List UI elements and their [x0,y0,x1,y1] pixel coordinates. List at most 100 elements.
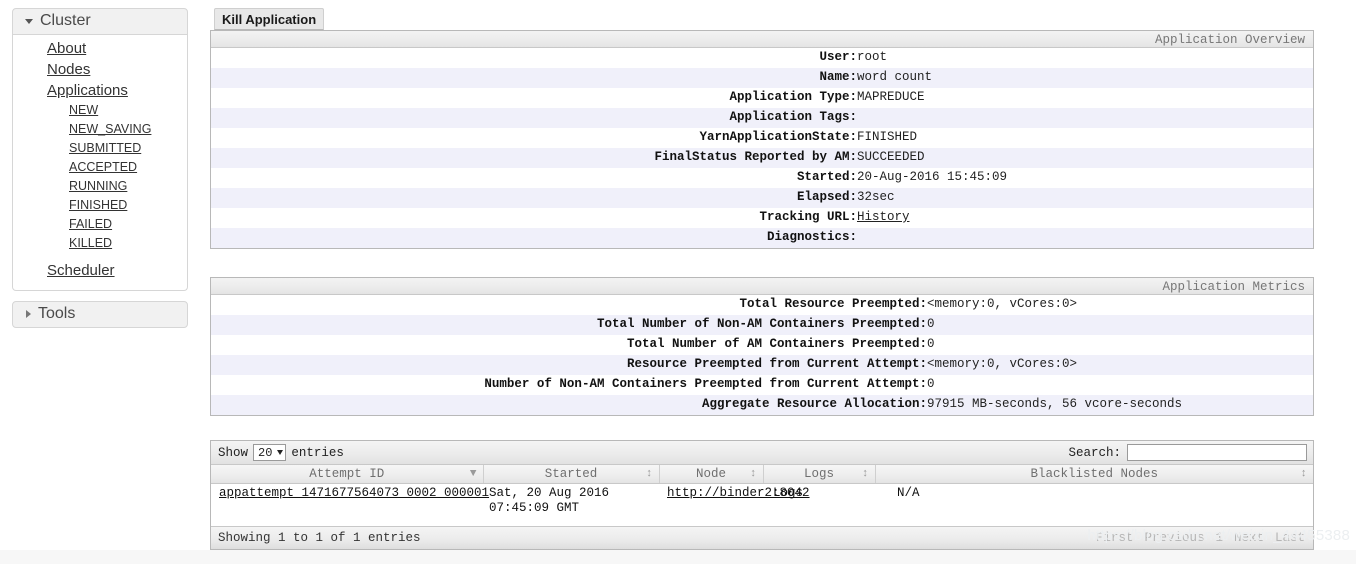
column-header-started[interactable]: Started ↕ [483,465,660,484]
chevron-right-icon [26,310,31,318]
attempt-id-link[interactable]: appattempt_1471677564073_0002_000001 [219,486,489,500]
table-row-spacer [211,518,1313,526]
sidebar-section-tools-label: Tools [38,305,76,322]
logs-link[interactable]: Logs [773,486,803,500]
table-row: Aggregate Resource Allocation: 97915 MB-s… [211,395,1313,415]
table-row: Diagnostics: [211,228,1313,248]
kill-application-button[interactable]: Kill Application [214,8,325,30]
sidebar: Cluster About Nodes Applications NEW NEW… [12,8,188,328]
table-row: appattempt_1471677564073_0002_000001 Sat… [211,483,1313,519]
sort-both-icon: ↕ [749,467,757,480]
overview-value: 20-Aug-2016 15:45:09 [857,170,1008,184]
table-row: Total Number of AM Containers Preempted:… [211,335,1313,355]
sort-both-icon: ↕ [861,467,869,480]
sidebar-item-killed[interactable]: KILLED [13,237,187,250]
column-label: Blacklisted Nodes [1030,466,1159,481]
metrics-value: <memory:0, vCores:0> [927,357,1078,371]
search-input[interactable] [1127,444,1307,461]
table-row: Name: word count [211,68,1313,88]
sidebar-section-cluster-header[interactable]: Cluster [12,8,188,35]
overview-value: MAPREDUCE [857,90,925,104]
overview-value: root [857,50,888,64]
overview-key: YarnApplicationState: [699,130,857,144]
metrics-key: Total Resource Preempted: [739,297,927,311]
table-row: Application Type: MAPREDUCE [211,88,1313,108]
chevron-down-icon [25,18,33,24]
sort-desc-icon: ▼ [469,467,477,480]
overview-value: word count [857,70,933,84]
page-length-control: Show 20 entries [218,444,344,461]
table-row: Number of Non-AM Containers Preempted fr… [211,375,1313,395]
sidebar-item-accepted[interactable]: ACCEPTED [13,161,187,174]
overview-key: Diagnostics: [766,230,857,244]
application-overview-panel: Application Overview User: root Name: word… [210,30,1314,249]
page-bottom-bar [0,550,1356,564]
sort-both-icon: ↕ [1300,467,1307,480]
main-content: Kill Application Application Overview Us… [208,0,1336,550]
table-row: Elapsed: 32sec [211,188,1313,208]
datatable-info: Showing 1 to 1 of 1 entries [218,530,421,545]
column-label: Started [544,466,598,481]
sidebar-section-tools-header[interactable]: Tools [12,301,188,328]
metrics-key: Total Number of Non-AM Containers Preemp… [596,317,927,331]
cell-node: http://binder2:8042 [659,483,810,519]
cell-attempt-id: appattempt_1471677564073_0002_000001 [211,483,489,519]
column-header-node[interactable]: Node ↕ [659,465,764,484]
table-row: User: root [211,48,1313,68]
metrics-key: Total Number of AM Containers Preempted: [626,337,927,351]
sidebar-item-finished[interactable]: FINISHED [13,199,187,212]
table-row: Started: 20-Aug-2016 15:45:09 [211,168,1313,188]
datatable-controls: Show 20 entries Search: [211,441,1313,465]
overview-key: Started: [796,170,857,184]
column-label: Attempt ID [309,466,385,481]
overview-key: Name: [819,70,857,84]
sidebar-item-submitted[interactable]: SUBMITTED [13,142,187,155]
sidebar-item-new[interactable]: NEW [13,104,187,117]
overview-value [857,108,1313,128]
table-row: Total Number of Non-AM Containers Preemp… [211,315,1313,335]
sidebar-section-cluster-label: Cluster [40,12,91,29]
sidebar-item-new-saving[interactable]: NEW_SAVING [13,123,187,136]
table-row: Application Tags: [211,108,1313,128]
application-overview-table: User: root Name: word count Application Ty… [211,48,1313,248]
search-label: Search: [1068,445,1121,460]
metrics-value: 0 [927,317,935,331]
table-row: Tracking URL: History [211,208,1313,228]
sidebar-item-about[interactable]: About [13,41,187,56]
watermark: https://blog.csdn.net/weixin_44455388 [1087,527,1350,544]
overview-value [857,228,1313,248]
sidebar-item-applications[interactable]: Applications [13,83,187,98]
column-label: Logs [803,466,834,481]
overview-key: Elapsed: [796,190,857,204]
overview-key: Application Type: [729,90,857,104]
column-header-attempt-id[interactable]: Attempt ID ▼ [211,465,484,484]
search-control: Search: [1068,444,1307,461]
sort-both-icon: ↕ [645,467,653,480]
table-row: YarnApplicationState: FINISHED [211,128,1313,148]
sidebar-item-running[interactable]: RUNNING [13,180,187,193]
application-overview-title: Application Overview [211,31,1313,48]
tracking-url-link[interactable]: History [857,210,910,224]
sidebar-section-cluster-body: About Nodes Applications NEW NEW_SAVING … [12,35,188,291]
table-row: FinalStatus Reported by AM: SUCCEEDED [211,148,1313,168]
sidebar-item-nodes[interactable]: Nodes [13,62,187,77]
metrics-value: 0 [927,337,935,351]
application-metrics-title: Application Metrics [211,278,1313,295]
page-length-select[interactable]: 20 [253,444,287,461]
overview-key: FinalStatus Reported by AM: [654,150,857,164]
page-length-value: 20 [258,445,273,460]
overview-key: Application Tags: [729,110,857,124]
overview-key: Tracking URL: [759,210,857,224]
cell-blacklisted-nodes: N/A [875,483,1313,519]
column-header-blacklisted-nodes[interactable]: Blacklisted Nodes ↕ [875,465,1313,484]
sidebar-item-scheduler[interactable]: Scheduler [13,263,187,278]
show-label: Show [218,445,249,460]
table-row: Total Resource Preempted: <memory:0, vCor… [211,295,1313,315]
metrics-key: Resource Preempted from Current Attempt: [626,357,927,371]
metrics-key: Number of Non-AM Containers Preempted fr… [484,377,927,391]
metrics-key: Aggregate Resource Allocation: [701,397,927,411]
column-header-logs[interactable]: Logs ↕ [763,465,876,484]
metrics-value: <memory:0, vCores:0> [927,297,1078,311]
overview-value: SUCCEEDED [857,150,925,164]
sidebar-item-failed[interactable]: FAILED [13,218,187,231]
